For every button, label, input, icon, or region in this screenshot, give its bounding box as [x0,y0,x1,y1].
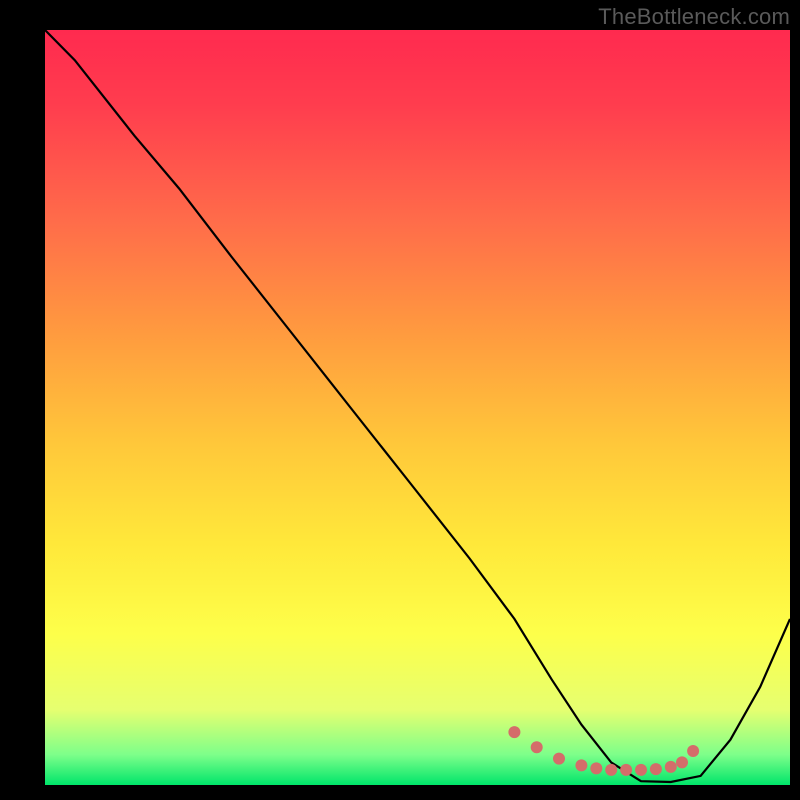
curve-path [45,30,790,782]
marker-group [508,726,699,776]
marker-dot [508,726,520,738]
plot-area [45,30,790,785]
marker-dot [665,761,677,773]
marker-dot [687,745,699,757]
marker-dot [676,756,688,768]
marker-dot [531,741,543,753]
marker-dot [650,763,662,775]
marker-dot [635,764,647,776]
chart-frame: TheBottleneck.com [0,0,800,800]
marker-dot [620,764,632,776]
marker-dot [575,759,587,771]
marker-dot [553,753,565,765]
marker-dot [605,764,617,776]
chart-svg [45,30,790,785]
marker-dot [590,762,602,774]
watermark-text: TheBottleneck.com [598,4,790,30]
